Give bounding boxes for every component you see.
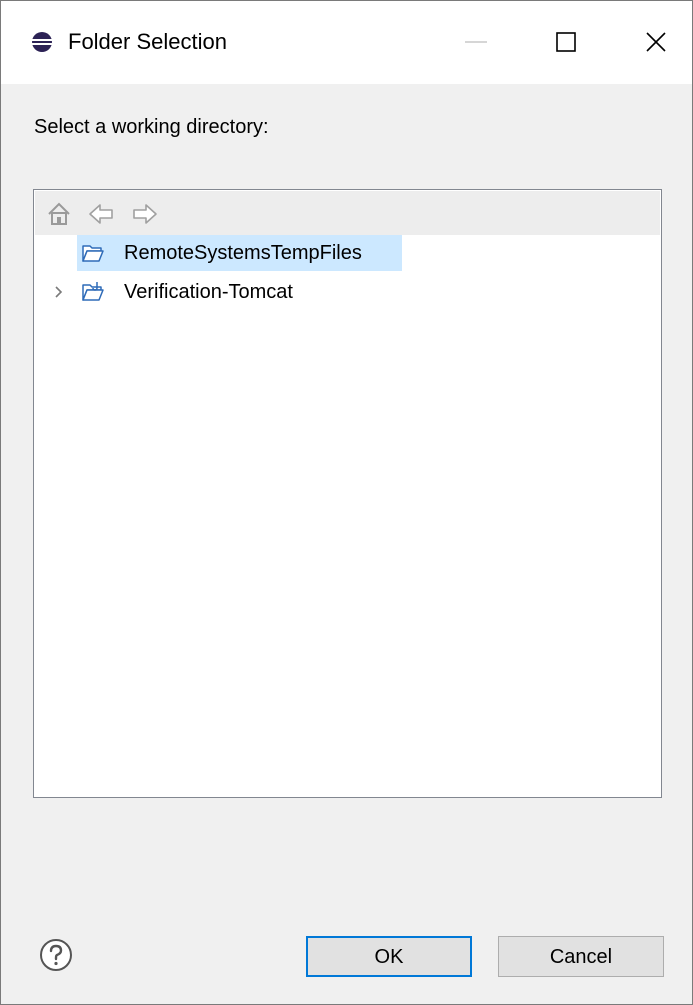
help-icon — [40, 939, 72, 971]
home-button[interactable] — [45, 200, 73, 228]
title-bar[interactable]: Folder Selection — [1, 1, 692, 84]
forward-arrow-icon — [133, 204, 157, 224]
cancel-button[interactable]: Cancel — [498, 936, 664, 977]
tree-item-verification-tomcat[interactable]: Verification-Tomcat — [34, 274, 661, 310]
home-icon — [48, 202, 70, 225]
back-arrow-icon — [89, 204, 113, 224]
ok-button[interactable]: OK — [306, 936, 472, 977]
maximize-button[interactable] — [543, 19, 589, 65]
open-folder-icon — [81, 241, 105, 265]
tree-item-remote-systems-temp-files[interactable]: RemoteSystemsTempFiles — [34, 235, 661, 271]
chevron-right-icon[interactable] — [50, 284, 66, 300]
tree-item-label: RemoteSystemsTempFiles — [124, 242, 362, 264]
dialog-title: Folder Selection — [68, 29, 227, 54]
close-button[interactable] — [633, 19, 679, 65]
tree-item-label: Verification-Tomcat — [124, 281, 293, 303]
tree-toolbar — [35, 191, 660, 235]
folder-selection-dialog: Folder Selection Select a working direct… — [0, 0, 693, 1005]
prompt-label: Select a working directory: — [34, 116, 269, 138]
minimize-button[interactable] — [453, 19, 499, 65]
back-button[interactable] — [87, 200, 115, 228]
project-folder-icon — [81, 280, 105, 304]
folder-tree[interactable]: RemoteSystemsTempFiles Verification-Tomc… — [33, 189, 662, 798]
close-icon — [646, 32, 666, 52]
help-button[interactable] — [38, 937, 74, 973]
eclipse-icon — [31, 31, 53, 53]
maximize-icon — [556, 32, 576, 52]
forward-button[interactable] — [131, 200, 159, 228]
minimize-icon — [465, 41, 487, 43]
